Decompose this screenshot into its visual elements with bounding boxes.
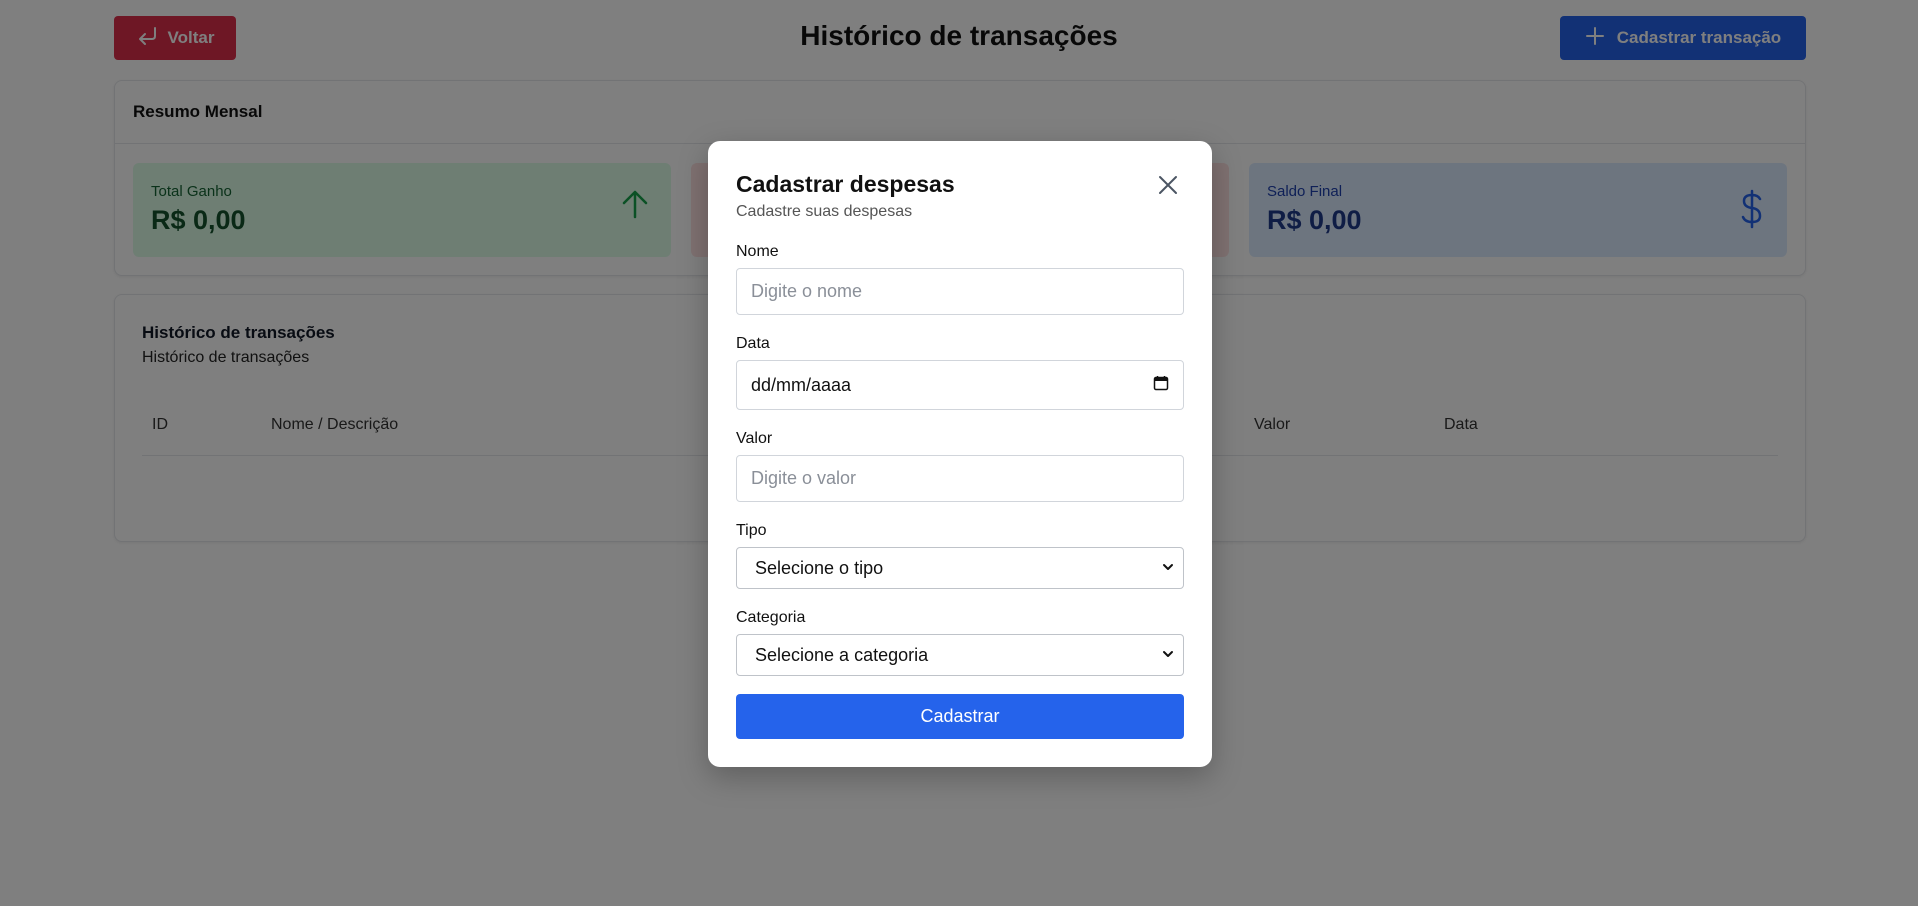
category-select[interactable]: Selecione a categoria: [736, 634, 1184, 676]
type-select-value: Selecione o tipo: [755, 557, 884, 578]
name-label: Nome: [736, 243, 779, 260]
modal-subtitle: Cadastre suas despesas: [736, 203, 913, 220]
category-label: Categoria: [736, 609, 806, 626]
chevron-down-icon: [1161, 558, 1175, 579]
calendar-icon[interactable]: [1153, 375, 1169, 396]
value-label: Valor: [736, 430, 773, 447]
date-input-value: dd/mm/aaaa: [751, 374, 852, 395]
modal-title: Cadastrar despesas: [736, 171, 955, 197]
submit-button[interactable]: Cadastrar: [736, 694, 1184, 739]
page: Voltar Histórico de transações Cadastrar…: [0, 0, 1918, 906]
name-input[interactable]: [736, 268, 1184, 315]
value-input[interactable]: [736, 455, 1184, 502]
close-icon[interactable]: [1156, 173, 1180, 197]
date-input[interactable]: dd/mm/aaaa: [736, 360, 1184, 410]
chevron-down-icon: [1161, 645, 1175, 666]
type-select[interactable]: Selecione o tipo: [736, 547, 1184, 589]
category-select-value: Selecione a categoria: [755, 644, 929, 665]
date-label: Data: [736, 335, 770, 352]
register-expense-modal: Cadastrar despesas Cadastre suas despesa…: [708, 141, 1212, 767]
type-label: Tipo: [736, 522, 767, 539]
